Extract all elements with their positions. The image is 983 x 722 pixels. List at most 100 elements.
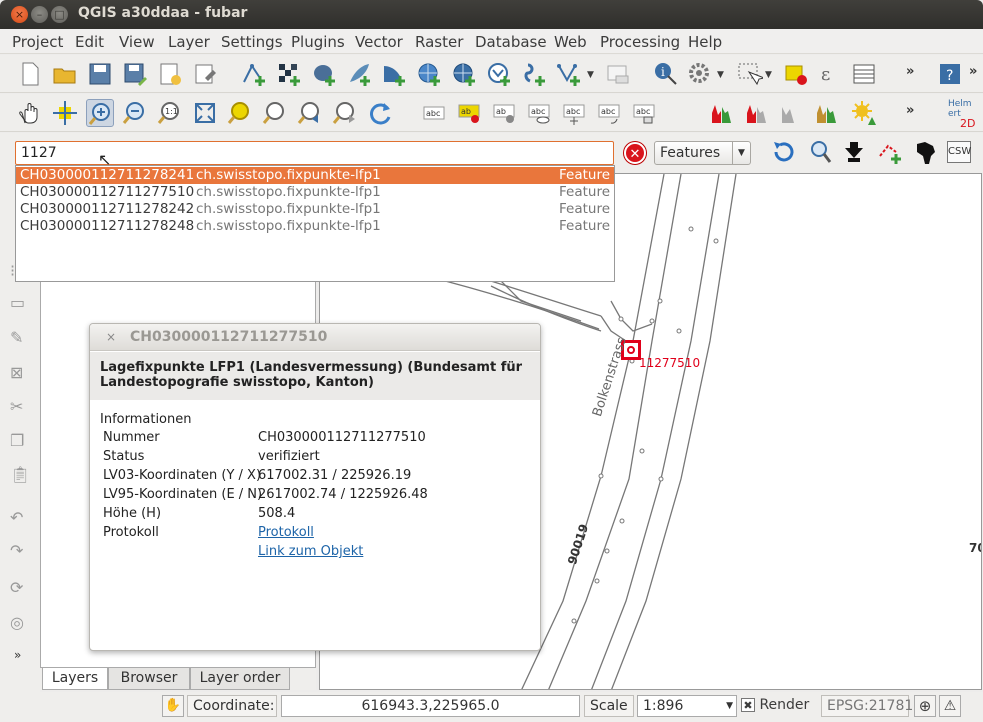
menu-processing[interactable]: Processing xyxy=(600,33,680,51)
cut-icon[interactable]: ✂ xyxy=(10,397,23,416)
new-print-composer-icon[interactable] xyxy=(156,60,184,88)
zoom-to-layer-icon[interactable] xyxy=(261,99,289,127)
list-item[interactable]: CH030000112711278241 ch.swisstopo.fixpunk… xyxy=(16,167,614,184)
list-item[interactable]: CH030000112711278242 ch.swisstopo.fixpunk… xyxy=(16,201,614,218)
copy-icon[interactable]: ❐ xyxy=(10,431,24,450)
csw-button[interactable]: CSW xyxy=(947,141,971,163)
window-minimize-button[interactable]: – xyxy=(31,6,48,23)
redo-icon[interactable]: ↷ xyxy=(10,541,23,560)
zoom-out-icon[interactable] xyxy=(121,99,149,127)
chevron-down-icon[interactable]: ▼ xyxy=(587,70,594,80)
split-parts-icon[interactable]: ◎ xyxy=(10,613,24,632)
add-vector-layer-icon[interactable] xyxy=(240,60,268,88)
add-postgis-layer-icon[interactable] xyxy=(310,60,338,88)
menu-database[interactable]: Database xyxy=(475,33,547,51)
rotate-label-icon[interactable]: abc xyxy=(595,99,623,127)
change-label-icon[interactable]: abc xyxy=(630,99,658,127)
export-icon[interactable] xyxy=(840,138,868,166)
select-features-icon[interactable] xyxy=(735,60,766,88)
deselect-features-icon[interactable] xyxy=(782,60,810,88)
tab-browser[interactable]: Browser xyxy=(108,668,190,690)
expand-toolbar-icon[interactable]: » xyxy=(14,648,21,662)
window-maximize-button[interactable]: □ xyxy=(51,6,68,23)
pan-to-selection-icon[interactable] xyxy=(51,99,79,127)
toolbar-overflow-button[interactable]: » xyxy=(906,64,914,79)
pan-map-icon[interactable] xyxy=(16,99,44,127)
toolbar-overflow-button[interactable]: » xyxy=(906,103,914,118)
local-histogram-stretch-icon[interactable] xyxy=(743,99,771,127)
full-histogram-stretch-icon[interactable] xyxy=(778,99,806,127)
search-mode-select[interactable]: Features ▼ xyxy=(654,141,751,165)
menu-plugins[interactable]: Plugins xyxy=(291,33,345,51)
run-feature-action-icon[interactable] xyxy=(686,60,714,88)
list-item[interactable]: CH030000112711278248 ch.swisstopo.fixpunk… xyxy=(16,218,614,235)
add-delimited-text-icon[interactable] xyxy=(520,60,548,88)
attribute-table-icon[interactable] xyxy=(850,60,878,88)
simplify-icon[interactable]: ✎ xyxy=(10,328,23,347)
mouse-icon[interactable]: ✋ xyxy=(162,695,184,717)
zoom-full-icon[interactable] xyxy=(191,99,219,127)
helmert-2d-button[interactable]: Helm ert 2D xyxy=(948,99,978,130)
render-toggle[interactable]: ✖ Render xyxy=(741,695,809,717)
field-calculator-icon[interactable]: ε xyxy=(815,60,843,88)
new-project-icon[interactable] xyxy=(16,60,44,88)
undo-icon[interactable]: ↶ xyxy=(10,508,23,527)
show-hide-labels-icon[interactable]: abc xyxy=(525,99,553,127)
zoom-last-icon[interactable] xyxy=(296,99,324,127)
add-cosmetic-line-icon[interactable] xyxy=(876,138,904,166)
toolbar-overflow-button[interactable]: » xyxy=(969,64,977,79)
help-icon[interactable]: ? xyxy=(936,60,964,88)
save-project-icon[interactable] xyxy=(86,60,114,88)
add-spatialite-layer-icon[interactable] xyxy=(345,60,373,88)
zoom-to-selection-icon[interactable] xyxy=(226,99,254,127)
zoom-in-icon[interactable] xyxy=(86,99,114,127)
zoom-next-icon[interactable] xyxy=(331,99,359,127)
window-close-button[interactable]: × xyxy=(11,6,28,23)
chevron-down-icon[interactable]: ▼ xyxy=(765,70,772,80)
menu-layer[interactable]: Layer xyxy=(168,33,210,51)
menu-edit[interactable]: Edit xyxy=(75,33,104,51)
delete-ring-icon[interactable]: ⊠ xyxy=(10,363,23,382)
refresh-icon[interactable] xyxy=(366,99,394,127)
open-project-icon[interactable] xyxy=(51,60,79,88)
offset-curve-icon[interactable]: ▭ xyxy=(10,293,25,312)
chevron-down-icon[interactable]: ▼ xyxy=(717,70,724,80)
highlight-pinned-labels-icon[interactable]: ab xyxy=(490,99,518,127)
increase-brightness-icon[interactable] xyxy=(850,99,878,127)
add-mssql-layer-icon[interactable] xyxy=(380,60,408,88)
coordinate-field[interactable]: 616943.3,225965.0 xyxy=(281,695,580,717)
menu-raster[interactable]: Raster xyxy=(415,33,463,51)
add-raster-layer-icon[interactable] xyxy=(275,60,303,88)
rotate-point-symbols-icon[interactable]: ⟳ xyxy=(10,578,23,597)
local-cumulative-stretch-icon[interactable] xyxy=(813,99,841,127)
remove-layer-icon[interactable] xyxy=(603,60,631,88)
identify-features-icon[interactable]: i xyxy=(652,60,680,88)
zoom-to-feature-icon[interactable] xyxy=(806,138,834,166)
menu-web[interactable]: Web xyxy=(554,33,587,51)
object-link[interactable]: Link zum Objekt xyxy=(258,544,363,559)
render-checkbox[interactable]: ✖ xyxy=(741,698,755,712)
close-icon[interactable]: × xyxy=(104,330,118,344)
menu-project[interactable]: Project xyxy=(12,33,63,51)
paste-icon[interactable]: 📋︎ xyxy=(10,465,30,484)
move-label-icon[interactable]: abc xyxy=(560,99,588,127)
protokoll-link[interactable]: Protokoll xyxy=(258,525,314,540)
africa-map-icon[interactable] xyxy=(911,138,939,166)
zoom-actual-size-icon[interactable]: 1:1 xyxy=(156,99,184,127)
tab-layer-order[interactable]: Layer order xyxy=(190,668,290,690)
scale-select[interactable]: 1:896 ▼ xyxy=(637,695,737,717)
histogram-stretch-icon[interactable] xyxy=(708,99,736,127)
tab-layers[interactable]: Layers xyxy=(42,668,108,690)
add-wms-layer-icon[interactable] xyxy=(415,60,443,88)
menu-vector[interactable]: Vector xyxy=(355,33,403,51)
composer-manager-icon[interactable] xyxy=(191,60,219,88)
save-as-icon[interactable] xyxy=(121,60,149,88)
label-tool-icon[interactable]: abc xyxy=(420,99,448,127)
menu-settings[interactable]: Settings xyxy=(221,33,283,51)
list-item[interactable]: CH030000112711277510 ch.swisstopo.fixpunk… xyxy=(16,184,614,201)
add-wfs-layer-icon[interactable] xyxy=(485,60,513,88)
projection-icon[interactable]: ⊕ xyxy=(914,695,936,717)
warning-icon[interactable]: ⚠ xyxy=(939,695,961,717)
menu-view[interactable]: View xyxy=(119,33,155,51)
clear-search-button[interactable]: ✕ xyxy=(624,142,646,164)
